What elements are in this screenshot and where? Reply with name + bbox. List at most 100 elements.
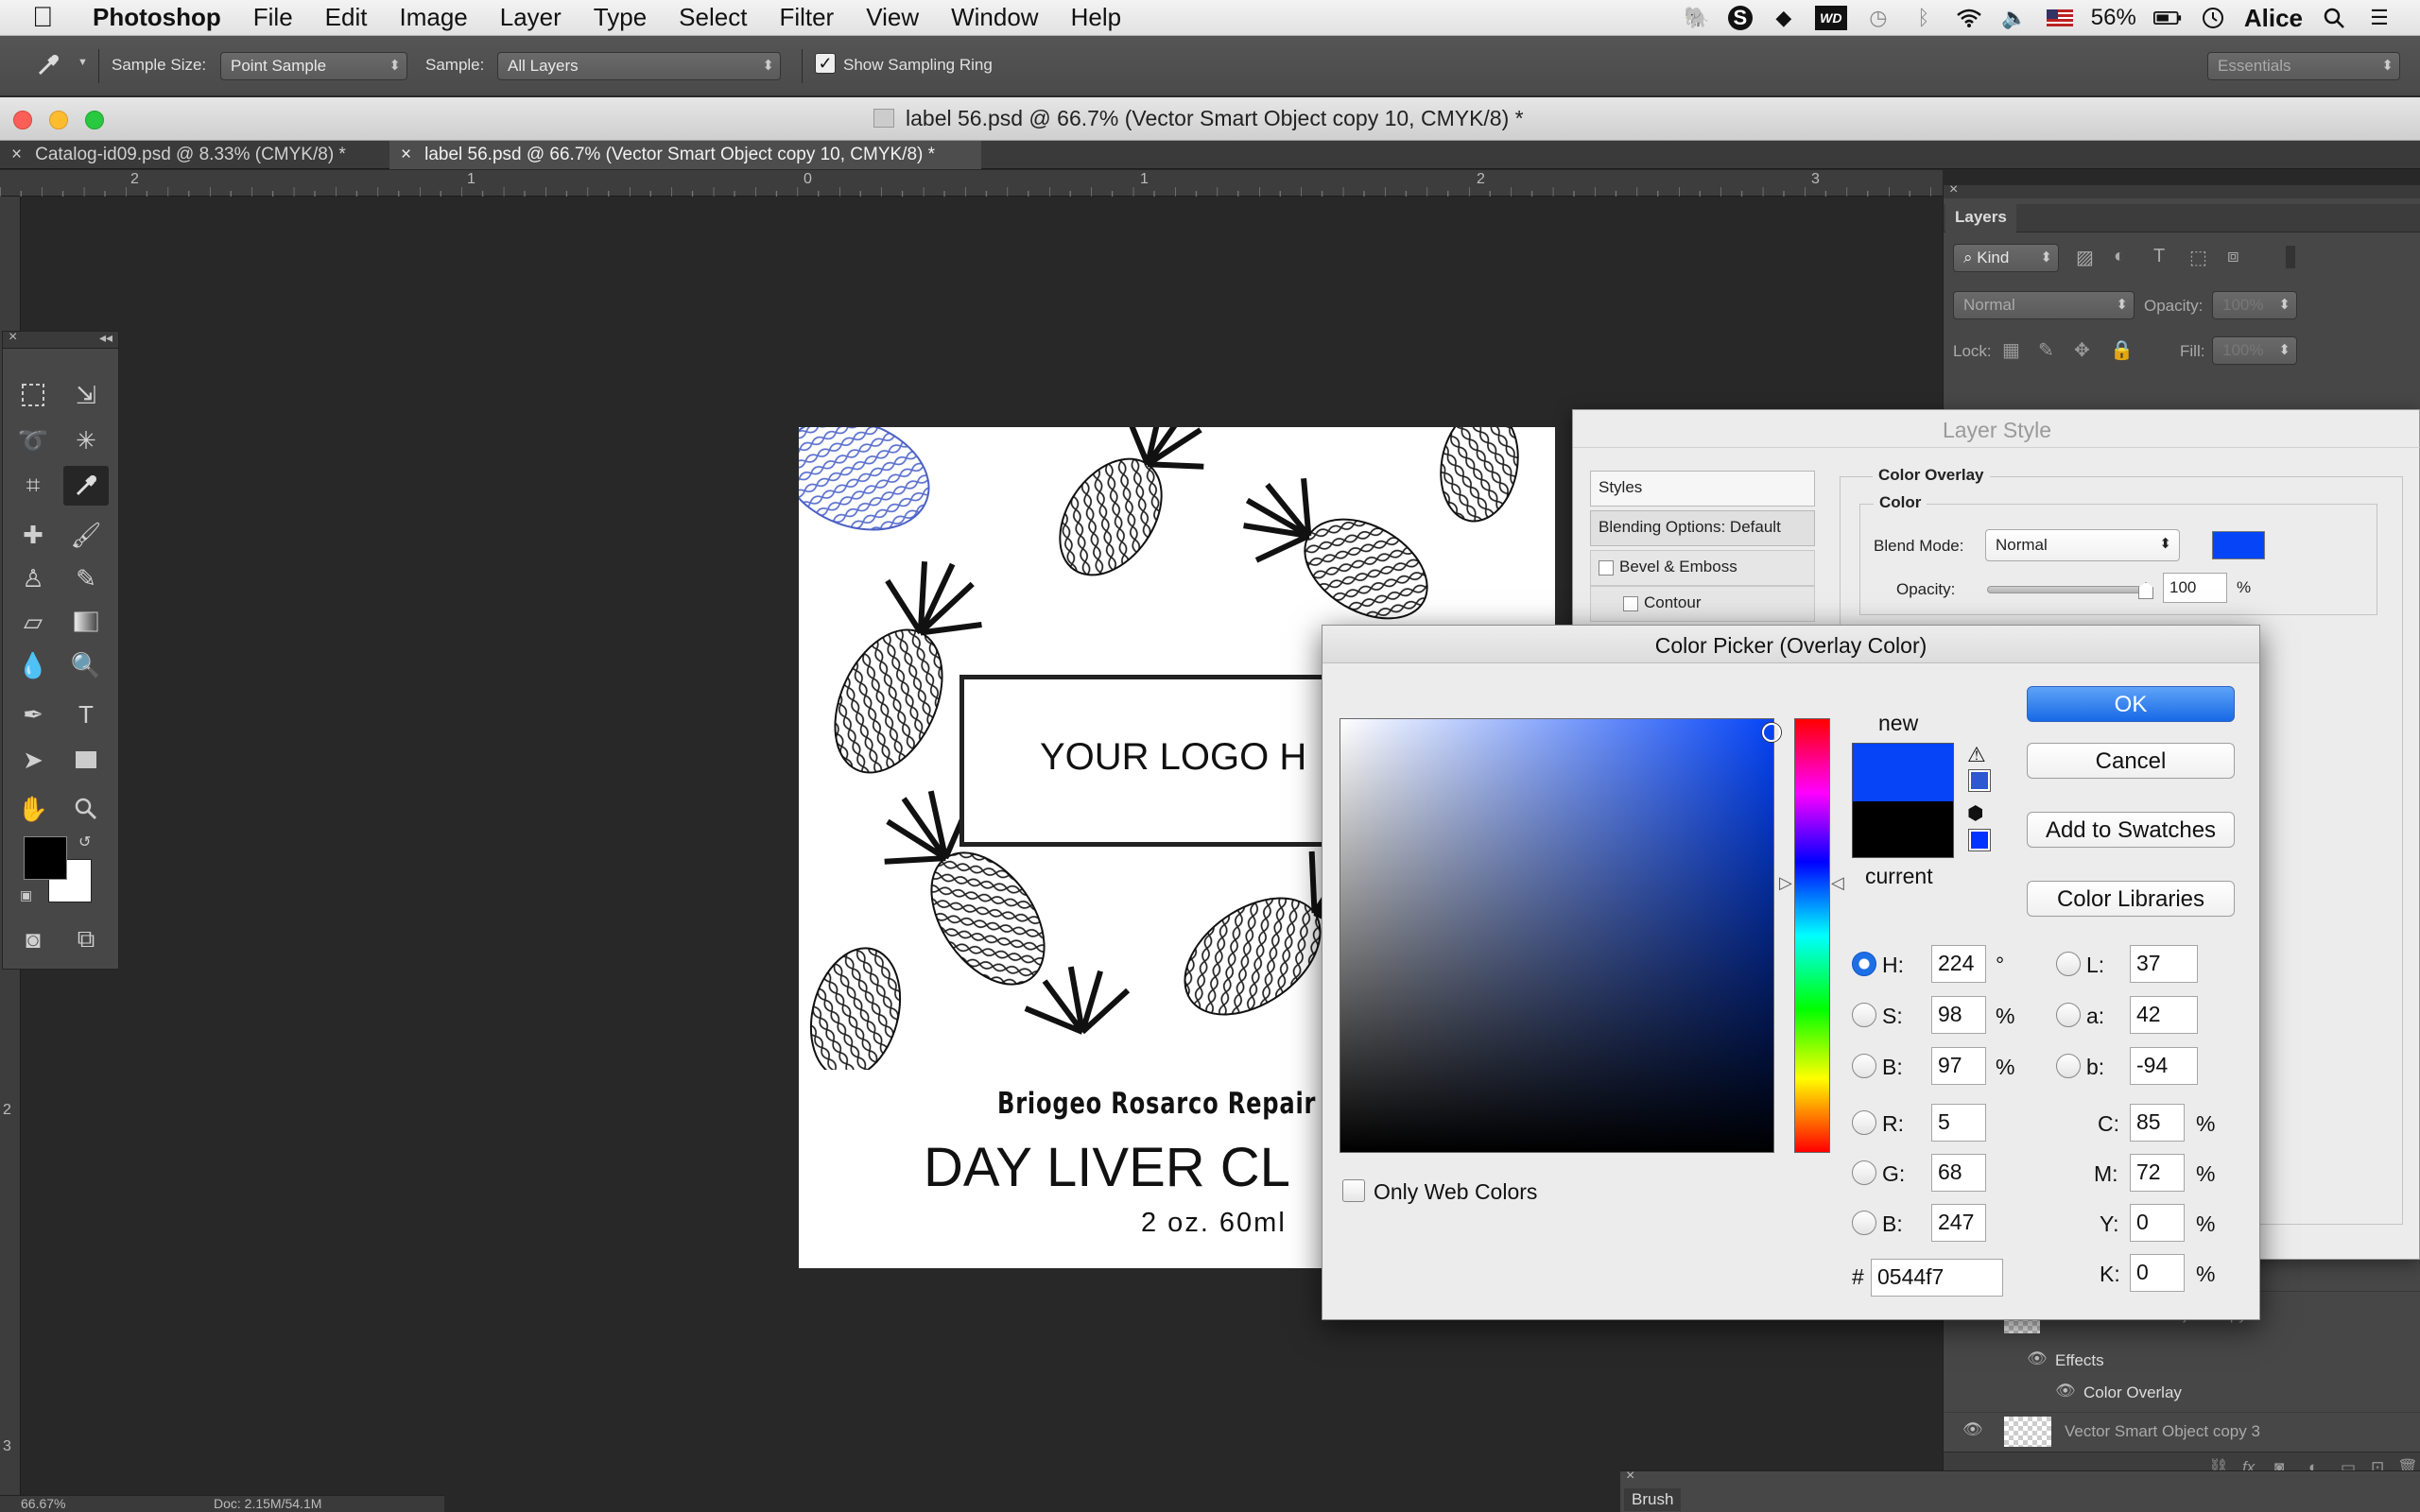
magenta-input[interactable]: 72: [2130, 1154, 2185, 1192]
bluetooth-icon[interactable]: ᛒ: [1910, 6, 1938, 30]
tool-preset-dropdown-icon[interactable]: ▼: [78, 57, 88, 68]
sample-select[interactable]: All Layers: [497, 52, 781, 80]
green-input[interactable]: 68: [1931, 1154, 1986, 1192]
dropbox-icon[interactable]: ◆: [1770, 6, 1798, 30]
opacity-field[interactable]: 100%: [2212, 291, 2297, 319]
menu-window[interactable]: Window: [951, 3, 1038, 32]
fill-field[interactable]: 100%: [2212, 336, 2297, 365]
skype-icon[interactable]: S: [1727, 6, 1753, 30]
gradient-tool-icon[interactable]: [63, 602, 109, 642]
web-safe-cube-icon[interactable]: ⬢: [1967, 801, 1983, 825]
screen-mode-icon[interactable]: ⧉: [63, 919, 109, 959]
opacity-input[interactable]: 100: [2163, 573, 2227, 603]
lab-l-radio[interactable]: [2056, 952, 2081, 976]
rectangle-tool-icon[interactable]: [63, 740, 109, 780]
hue-slider-right-arrow-icon[interactable]: ◁: [1831, 873, 1844, 893]
red-radio[interactable]: [1852, 1110, 1876, 1135]
layer-effect-row[interactable]: 👁 Color Overlay: [1944, 1378, 2420, 1408]
lab-a-input[interactable]: 42: [2130, 996, 2198, 1034]
foreground-color-swatch[interactable]: [24, 836, 67, 880]
menu-type[interactable]: Type: [594, 3, 647, 32]
close-panel-icon[interactable]: ×: [1626, 1468, 1634, 1485]
sampling-ring-checkbox[interactable]: ✓: [815, 53, 836, 74]
blue-input[interactable]: 247: [1931, 1204, 1986, 1242]
cancel-button[interactable]: Cancel: [2027, 743, 2235, 779]
lock-transparent-icon[interactable]: ▦: [2002, 338, 2020, 362]
wifi-icon[interactable]: [1955, 6, 1983, 30]
dodge-tool-icon[interactable]: 🔍: [63, 645, 109, 685]
apple-menu-icon[interactable]: : [32, 2, 64, 34]
eraser-tool-icon[interactable]: ▱: [10, 602, 56, 642]
hue-slider-left-arrow-icon[interactable]: ▷: [1779, 873, 1792, 893]
eyedropper-tool-icon[interactable]: [34, 51, 62, 79]
battery-icon[interactable]: [2152, 6, 2182, 30]
quick-mask-icon[interactable]: ◙: [10, 919, 56, 959]
yellow-input[interactable]: 0: [2130, 1204, 2185, 1242]
menu-help[interactable]: Help: [1071, 3, 1121, 32]
layer-effects-row[interactable]: 👁 Effects: [1944, 1346, 2420, 1376]
bevel-emboss-item[interactable]: Bevel & Emboss: [1590, 550, 1815, 586]
layer-row[interactable]: 👁 Vector Smart Object copy 3: [1944, 1412, 2420, 1450]
color-field-cursor[interactable]: [1762, 723, 1781, 742]
add-to-swatches-button[interactable]: Add to Swatches: [2027, 812, 2235, 848]
saturation-input[interactable]: 98: [1931, 996, 1986, 1034]
lab-b-radio[interactable]: [2056, 1054, 2081, 1078]
visibility-eye-icon[interactable]: 👁: [2055, 1382, 2076, 1400]
opacity-slider-thumb[interactable]: [2138, 582, 2153, 599]
current-color-swatch[interactable]: [1852, 801, 1954, 858]
visibility-eye-icon[interactable]: 👁: [2027, 1349, 2048, 1368]
lasso-tool-icon[interactable]: ➰: [10, 421, 56, 460]
filter-toggle[interactable]: [2286, 246, 2295, 268]
menu-view[interactable]: View: [866, 3, 919, 32]
ruler-horizontal[interactable]: 2 1 0 1 2 3: [0, 170, 1943, 197]
menu-edit[interactable]: Edit: [325, 3, 368, 32]
lab-a-radio[interactable]: [2056, 1003, 2081, 1027]
crop-tool-icon[interactable]: ⌗: [10, 466, 56, 506]
evernote-icon[interactable]: 🐘: [1683, 6, 1711, 30]
notification-center-icon[interactable]: ☰: [2365, 6, 2394, 30]
type-tool-icon[interactable]: T: [63, 695, 109, 734]
hex-input[interactable]: 0544f7: [1871, 1259, 2003, 1297]
lab-b-input[interactable]: -94: [2130, 1047, 2198, 1085]
color-libraries-button[interactable]: Color Libraries: [2027, 881, 2235, 917]
zoom-tool-icon[interactable]: [63, 789, 109, 829]
brightness-input[interactable]: 97: [1931, 1047, 1986, 1085]
opacity-slider-track[interactable]: [1987, 586, 2148, 593]
hue-input[interactable]: 224: [1931, 945, 1986, 983]
user-name[interactable]: Alice: [2244, 4, 2303, 33]
gamut-color-swatch[interactable]: [1969, 770, 1990, 791]
zoom-status[interactable]: 66.67%: [21, 1496, 65, 1511]
filter-pixel-icon[interactable]: ▨: [2076, 246, 2094, 269]
flag-icon[interactable]: [2046, 6, 2074, 30]
default-colors-icon[interactable]: ▣: [20, 887, 32, 903]
healing-brush-tool-icon[interactable]: ✚: [10, 515, 56, 555]
move-tool-icon[interactable]: ⇲: [63, 375, 109, 415]
close-panel-icon[interactable]: ×: [1949, 181, 1958, 198]
path-selection-tool-icon[interactable]: ➤: [10, 740, 56, 780]
blue-radio[interactable]: [1852, 1211, 1876, 1235]
overlay-color-swatch[interactable]: [2212, 531, 2265, 559]
time-machine-icon[interactable]: ◷: [1864, 6, 1893, 30]
green-radio[interactable]: [1852, 1160, 1876, 1185]
close-tab-icon[interactable]: ×: [401, 145, 411, 164]
marquee-tool-icon[interactable]: [10, 375, 56, 415]
menu-image[interactable]: Image: [399, 3, 467, 32]
ok-button[interactable]: OK: [2027, 686, 2235, 722]
out-of-gamut-warning-icon[interactable]: ⚠: [1967, 743, 1986, 767]
tools-panel-header[interactable]: × ◂◂: [3, 329, 118, 349]
minimize-window-button[interactable]: [49, 111, 68, 129]
only-web-colors-checkbox[interactable]: [1342, 1179, 1365, 1202]
menu-select[interactable]: Select: [679, 3, 747, 32]
tab-label-56[interactable]: × label 56.psd @ 66.7% (Vector Smart Obje…: [389, 141, 981, 169]
brush-tool-icon[interactable]: 🖌: [63, 515, 109, 555]
pen-tool-icon[interactable]: ✒: [10, 695, 56, 734]
filter-adjustment-icon[interactable]: ◐: [2114, 246, 2125, 267]
blend-mode-select[interactable]: Normal ⬍: [1985, 529, 2180, 561]
hand-tool-icon[interactable]: ✋: [10, 789, 56, 829]
eyedropper-tool-icon[interactable]: [63, 466, 109, 506]
sample-size-select[interactable]: Point Sample: [220, 52, 407, 80]
menu-file[interactable]: File: [253, 3, 293, 32]
clone-stamp-tool-icon[interactable]: ♙: [10, 558, 56, 598]
cyan-input[interactable]: 85: [2130, 1104, 2185, 1142]
lock-all-icon[interactable]: 🔒: [2110, 338, 2134, 362]
